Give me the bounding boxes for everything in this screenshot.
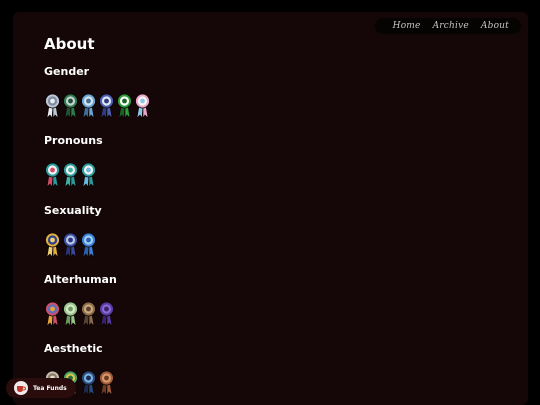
badge-row xyxy=(44,162,97,188)
main-panel: Home Archive About About Gender Pronouns… xyxy=(13,12,528,405)
ribbon-badge-icon xyxy=(80,370,97,396)
section-pronouns: Pronouns xyxy=(44,134,103,188)
ribbon-badge-icon xyxy=(98,301,115,327)
badge-row xyxy=(44,232,97,258)
ribbon-badge-icon xyxy=(80,93,97,119)
ribbon-badge-icon xyxy=(44,162,61,188)
ribbon-badge-icon xyxy=(80,162,97,188)
tea-funds-button[interactable]: Tea Funds xyxy=(6,378,76,398)
ribbon-badge-icon xyxy=(98,370,115,396)
badge-row xyxy=(44,301,115,327)
ribbon-badge-icon xyxy=(44,93,61,119)
ribbon-badge-icon xyxy=(62,162,79,188)
tea-funds-label: Tea Funds xyxy=(33,384,67,392)
nav-archive-link[interactable]: Archive xyxy=(433,21,469,31)
section-alterhuman: Alterhuman xyxy=(44,273,117,327)
top-nav: Home Archive About xyxy=(375,18,521,34)
section-heading: Alterhuman xyxy=(44,273,117,286)
ribbon-badge-icon xyxy=(44,301,61,327)
section-heading: Sexuality xyxy=(44,204,102,217)
ribbon-badge-icon xyxy=(80,301,97,327)
nav-home-link[interactable]: Home xyxy=(393,21,421,31)
nav-about-link[interactable]: About xyxy=(481,21,509,31)
ribbon-badge-icon xyxy=(62,232,79,258)
teacup-icon xyxy=(14,381,28,395)
section-heading: Gender xyxy=(44,65,90,78)
section-sexuality: Sexuality xyxy=(44,204,102,258)
page-title: About xyxy=(44,35,95,53)
ribbon-badge-icon xyxy=(134,93,151,119)
section-aesthetic: Aesthetic xyxy=(44,342,114,396)
section-gender: Gender xyxy=(44,65,150,119)
section-heading: Pronouns xyxy=(44,134,103,147)
section-heading: Aesthetic xyxy=(44,342,103,355)
ribbon-badge-icon xyxy=(80,232,97,258)
badge-row xyxy=(44,93,151,119)
ribbon-badge-icon xyxy=(44,232,61,258)
ribbon-badge-icon xyxy=(62,93,79,119)
ribbon-badge-icon xyxy=(98,93,115,119)
ribbon-badge-icon xyxy=(62,301,79,327)
ribbon-badge-icon xyxy=(116,93,133,119)
